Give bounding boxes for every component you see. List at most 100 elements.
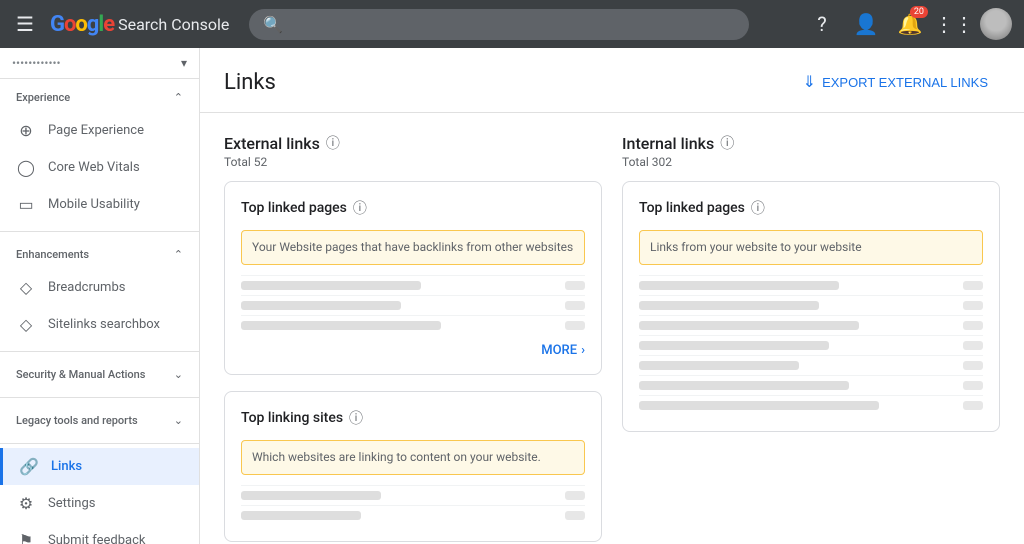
content-area: Links ⇓ EXPORT EXTERNAL LINKS External l… (200, 48, 1024, 544)
help-icon: ? (817, 12, 826, 36)
external-links-help-icon[interactable]: ⓘ (326, 133, 340, 153)
section-label: Experience (16, 91, 70, 104)
blurred-url (241, 511, 361, 520)
sidebar-item-settings[interactable]: ⚙ Settings (0, 485, 199, 522)
table-row (639, 395, 983, 415)
blurred-count (565, 511, 585, 520)
internal-links-total: Total 302 (622, 155, 1000, 169)
external-links-header: External links ⓘ Total 52 (224, 133, 602, 169)
table-row (241, 275, 585, 295)
feedback-icon: ⚑ (16, 531, 36, 544)
security-section-header[interactable]: Security & Manual Actions ⌄ (0, 360, 199, 389)
sidebar-item-mobile-usability[interactable]: ▭ Mobile Usability (0, 186, 199, 223)
core-web-vitals-icon: ◯ (16, 158, 36, 177)
linking-sites-highlight-box: Which websites are linking to content on… (241, 440, 585, 475)
apps-grid-icon: ⋮⋮ (934, 12, 974, 36)
sidebar: •••••••••••• ▾ Experience ⌃ ⊕ Page Exper… (0, 48, 200, 544)
chevron-down-icon: ▾ (181, 56, 187, 70)
card-help-icon[interactable]: ⓘ (751, 198, 765, 218)
blurred-url (639, 301, 819, 310)
links-icon: 🔗 (19, 457, 39, 476)
page-experience-icon: ⊕ (16, 121, 36, 140)
breadcrumbs-icon: ◇ (16, 278, 36, 297)
internal-links-header: Internal links ⓘ Total 302 (622, 133, 1000, 169)
sidebar-item-label: Mobile Usability (48, 197, 140, 212)
settings-icon: ⚙ (16, 494, 36, 513)
domain-text: •••••••••••• (12, 56, 175, 70)
blurred-count (963, 361, 983, 370)
section-label: Enhancements (16, 248, 89, 261)
sidebar-item-sitelinks-searchbox[interactable]: ◇ Sitelinks searchbox (0, 306, 199, 343)
sitelinks-icon: ◇ (16, 315, 36, 334)
help-button[interactable]: ? (804, 6, 840, 42)
avatar-image (980, 8, 1012, 40)
blurred-url (639, 321, 859, 330)
search-bar[interactable]: 🔍 (249, 9, 749, 40)
sidebar-item-label: Sitelinks searchbox (48, 317, 160, 332)
notifications-button[interactable]: 🔔 20 (892, 6, 928, 42)
sidebar-item-label: Submit feedback (48, 533, 145, 544)
menu-icon[interactable]: ☰ (12, 8, 38, 40)
experience-section-header[interactable]: Experience ⌃ (0, 83, 199, 112)
chevron-right-icon: › (581, 343, 585, 358)
legacy-section: Legacy tools and reports ⌄ (0, 402, 199, 439)
sidebar-item-submit-feedback[interactable]: ⚑ Submit feedback (0, 522, 199, 544)
external-links-total: Total 52 (224, 155, 602, 169)
table-row (639, 315, 983, 335)
download-icon: ⇓ (803, 72, 816, 92)
sidebar-item-label: Settings (48, 496, 95, 511)
table-row (639, 295, 983, 315)
blurred-count (963, 301, 983, 310)
experience-section: Experience ⌃ ⊕ Page Experience ◯ Core We… (0, 79, 199, 227)
external-links-column: External links ⓘ Total 52 Top linked pag… (224, 133, 602, 544)
divider (0, 443, 199, 444)
app-name: Search Console (118, 15, 229, 34)
sidebar-item-core-web-vitals[interactable]: ◯ Core Web Vitals (0, 149, 199, 186)
search-icon: 🔍 (263, 15, 283, 34)
internal-links-title: Internal links ⓘ (622, 133, 1000, 153)
links-content: External links ⓘ Total 52 Top linked pag… (200, 113, 1024, 544)
blurred-count (963, 341, 983, 350)
domain-selector[interactable]: •••••••••••• ▾ (0, 48, 199, 79)
sidebar-item-breadcrumbs[interactable]: ◇ Breadcrumbs (0, 269, 199, 306)
sidebar-item-label: Links (51, 459, 82, 474)
legacy-section-header[interactable]: Legacy tools and reports ⌄ (0, 406, 199, 435)
blurred-count (963, 401, 983, 410)
blurred-count (565, 301, 585, 310)
card-help-icon[interactable]: ⓘ (353, 198, 367, 218)
enhancements-section: Enhancements ⌃ ◇ Breadcrumbs ◇ Sitelinks… (0, 236, 199, 347)
section-label: Security & Manual Actions (16, 368, 145, 381)
internal-links-help-icon[interactable]: ⓘ (720, 133, 734, 153)
blurred-count (963, 321, 983, 330)
mobile-usability-icon: ▭ (16, 195, 36, 214)
blurred-count (963, 381, 983, 390)
card-title: Top linked pages ⓘ (241, 198, 585, 218)
sidebar-item-links[interactable]: 🔗 Links (0, 448, 199, 485)
card-title: Top linking sites ⓘ (241, 408, 585, 428)
divider (0, 351, 199, 352)
export-button-label: EXPORT EXTERNAL LINKS (822, 75, 988, 90)
page-title: Links (224, 70, 276, 95)
blurred-url (639, 381, 849, 390)
table-row (241, 485, 585, 505)
blurred-count (565, 491, 585, 500)
top-linking-sites-card: Top linking sites ⓘ Which websites are l… (224, 391, 602, 542)
apps-button[interactable]: ⋮⋮ (936, 6, 972, 42)
export-external-links-button[interactable]: ⇓ EXPORT EXTERNAL LINKS (791, 64, 1000, 100)
sidebar-item-label: Core Web Vitals (48, 160, 140, 175)
blurred-url (639, 281, 839, 290)
card-help-icon[interactable]: ⓘ (349, 408, 363, 428)
blurred-url (241, 491, 381, 500)
internal-links-column: Internal links ⓘ Total 302 Top linked pa… (622, 133, 1000, 544)
external-highlight-box: Your Website pages that have backlinks f… (241, 230, 585, 265)
divider (0, 231, 199, 232)
account-circle-button[interactable]: 👤 (848, 6, 884, 42)
avatar[interactable] (980, 8, 1012, 40)
enhancements-section-header[interactable]: Enhancements ⌃ (0, 240, 199, 269)
account-icon: 👤 (854, 12, 879, 36)
sidebar-item-page-experience[interactable]: ⊕ Page Experience (0, 112, 199, 149)
more-link[interactable]: MORE › (241, 335, 585, 358)
search-input[interactable] (291, 16, 735, 32)
chevron-down-icon: ⌄ (174, 368, 183, 381)
sidebar-item-label: Breadcrumbs (48, 280, 125, 295)
